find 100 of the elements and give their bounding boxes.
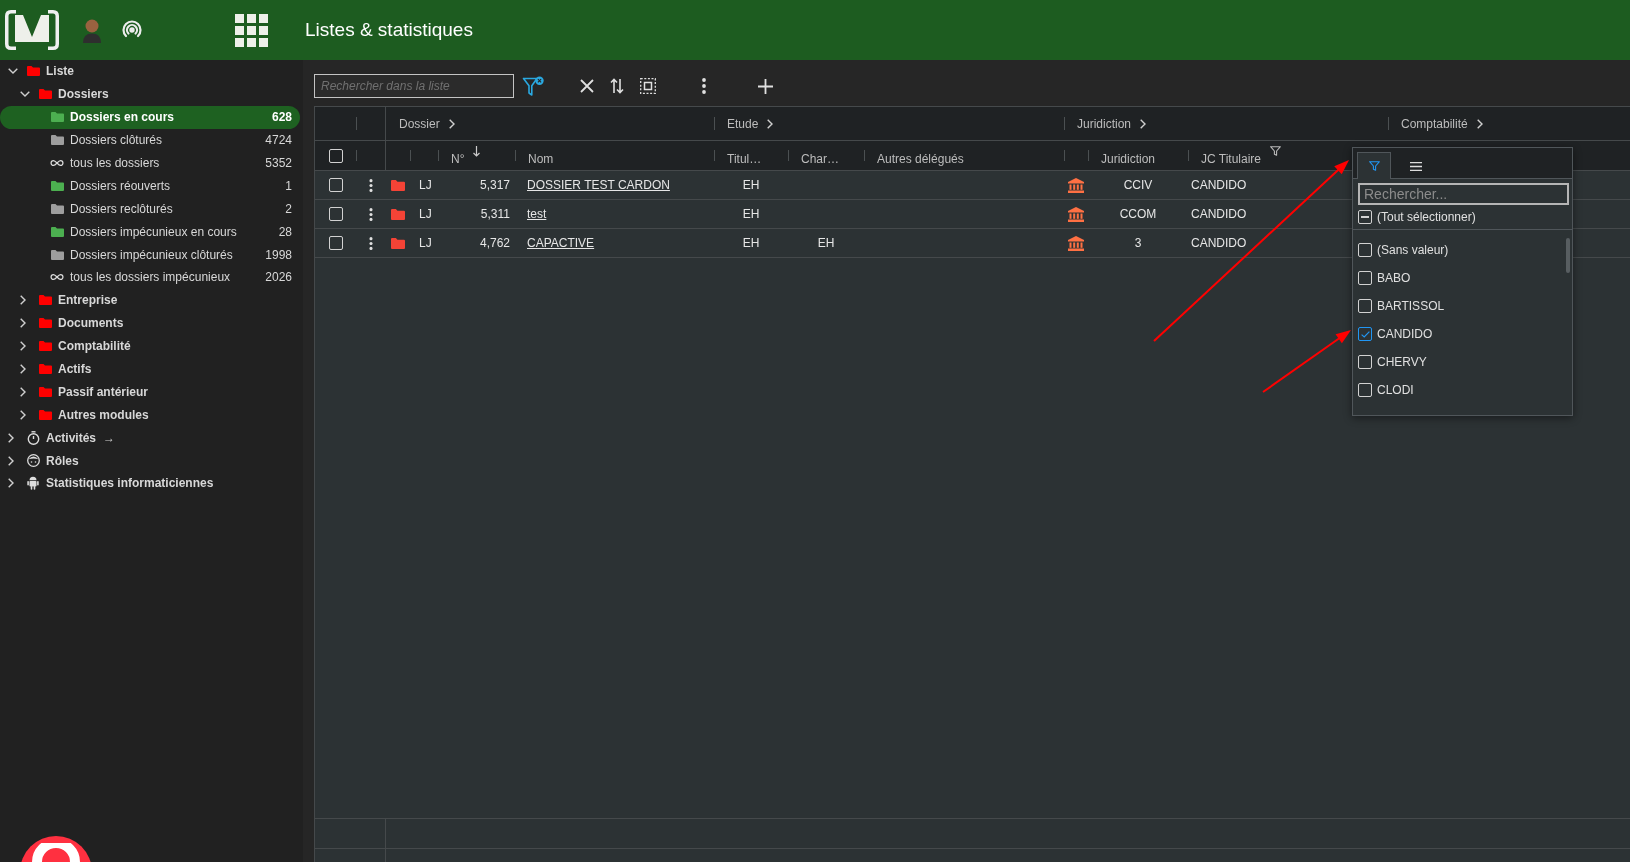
chevron-right-icon[interactable] [20, 386, 26, 397]
avatar-icon[interactable] [82, 17, 102, 43]
filter-icon[interactable] [1270, 146, 1282, 156]
file-name-link[interactable]: DOSSIER TEST CARDON [527, 178, 670, 192]
chevron-right-icon[interactable] [448, 118, 455, 129]
filter-option[interactable]: (Sans valeur) [1353, 236, 1572, 264]
stopwatch-icon [26, 430, 40, 445]
tree-item[interactable]: Dossiers impécunieux en cours 28 [0, 220, 300, 244]
tree-item[interactable]: Autres modules [0, 403, 300, 427]
column-header[interactable]: Char… [801, 145, 839, 166]
filter-option[interactable]: CANDIDO [1353, 320, 1572, 348]
column-header[interactable]: Autres délégués [877, 145, 964, 166]
tree-item[interactable]: Passif antérieur [0, 380, 300, 404]
checkbox[interactable] [328, 207, 343, 221]
folder-icon [391, 237, 405, 249]
filter-clear-icon[interactable] [522, 75, 544, 97]
tree-item[interactable]: Actifs [0, 357, 300, 381]
search-field[interactable]: Rechercher dans la liste [314, 74, 514, 98]
column-header[interactable]: Titul… [727, 145, 762, 166]
checkbox[interactable] [328, 148, 343, 163]
tree-item[interactable]: Rôles [0, 449, 300, 473]
close-icon[interactable] [580, 79, 594, 93]
broadcast-icon[interactable] [122, 20, 142, 40]
more-icon[interactable] [369, 178, 373, 192]
column-group-header[interactable]: Comptabilité [1401, 116, 1468, 131]
chevron-right-icon[interactable] [8, 455, 14, 466]
courthouse-icon [1068, 177, 1084, 193]
chevron-down-icon[interactable] [8, 68, 18, 75]
tree-item[interactable]: Dossiers en cours 628 [0, 105, 300, 129]
checkbox[interactable] [1358, 327, 1372, 341]
arrow-icon: → [103, 430, 116, 445]
tree-item[interactable]: Dossiers reclôturés 2 [0, 197, 300, 221]
checkbox[interactable] [1358, 243, 1372, 257]
column-header[interactable]: JC Titulaire [1201, 145, 1282, 166]
tree-item[interactable]: Activités → [0, 426, 300, 450]
select-all-option[interactable]: (Tout sélectionner) [1353, 205, 1572, 230]
checkbox[interactable] [1358, 210, 1372, 224]
chevron-right-icon[interactable] [767, 118, 774, 129]
chevron-right-icon[interactable] [20, 409, 26, 420]
checkbox[interactable] [328, 236, 343, 250]
tree-item[interactable]: Documents [0, 311, 300, 335]
column-group-header[interactable]: Etude [727, 116, 759, 131]
more-icon[interactable] [702, 78, 706, 94]
item-count: 4724 [265, 133, 292, 148]
tree-item[interactable]: tous les dossiers impécunieux 2026 [0, 266, 300, 289]
chevron-right-icon[interactable] [20, 318, 26, 329]
search-field[interactable]: Rechercher... [1358, 183, 1569, 205]
apps-grid-icon[interactable] [235, 13, 268, 47]
file-number: 5,311 [480, 207, 510, 221]
filter-option[interactable]: CHERVY [1353, 348, 1572, 376]
tree-item[interactable]: Dossiers [0, 82, 300, 106]
file-name-link[interactable]: CAPACTIVE [527, 236, 595, 250]
chevron-right-icon[interactable] [8, 478, 14, 489]
file-number: 5,317 [479, 178, 510, 192]
tree-item[interactable]: Statistiques informaticiennes [0, 472, 300, 495]
tree-item[interactable]: Dossiers réouverts 1 [0, 174, 300, 198]
column-header[interactable]: Juridiction [1101, 145, 1156, 166]
column-group-header[interactable]: Dossier [399, 116, 440, 131]
tree-item[interactable]: Dossiers clôturés 4724 [0, 128, 300, 152]
infinity-icon [50, 273, 64, 282]
filter-tab[interactable] [1357, 152, 1391, 179]
plus-icon[interactable] [757, 78, 773, 94]
filter-option[interactable]: BABO [1353, 264, 1572, 292]
checkbox[interactable] [1358, 383, 1372, 397]
chevron-right-icon[interactable] [1476, 118, 1483, 129]
chevron-right-icon[interactable] [1140, 118, 1147, 129]
chevron-right-icon[interactable] [8, 432, 14, 443]
more-icon[interactable] [369, 207, 373, 221]
more-icon[interactable] [369, 236, 373, 250]
item-count: 28 [278, 224, 292, 239]
case-type: LJ [419, 178, 432, 192]
checkbox[interactable] [1358, 355, 1372, 369]
column-header[interactable]: Nom [528, 145, 554, 166]
file-number: 4,762 [479, 236, 510, 250]
tree-item[interactable]: Dossiers impécunieux clôturés 1998 [0, 243, 300, 266]
chevron-right-icon[interactable] [20, 364, 26, 374]
filter-option[interactable]: BARTISSOL [1353, 292, 1572, 320]
tree-item[interactable]: Liste [0, 60, 300, 83]
scrollbar-thumb[interactable] [1566, 238, 1570, 273]
chevron-right-icon[interactable] [20, 295, 26, 306]
chevron-right-icon[interactable] [20, 341, 26, 352]
ring-icon [32, 843, 80, 862]
judge-name: CANDIDO [1191, 207, 1247, 221]
tree-item[interactable]: Entreprise [0, 288, 300, 312]
robot-icon [27, 476, 39, 491]
select-all-icon[interactable] [640, 78, 656, 94]
column-group-header[interactable]: Juridiction [1077, 116, 1132, 131]
column-header[interactable]: N° [451, 145, 481, 166]
sort-icon[interactable] [610, 78, 624, 94]
checkbox[interactable] [1358, 299, 1372, 313]
file-name-link[interactable]: test [527, 207, 547, 221]
logo-icon[interactable] [5, 10, 59, 50]
filter-option[interactable]: CLODI [1353, 376, 1572, 404]
tree-item[interactable]: tous les dossiers 5352 [0, 151, 300, 175]
chevron-down-icon[interactable] [20, 91, 30, 98]
checkbox[interactable] [1358, 271, 1372, 285]
checkbox[interactable] [328, 178, 343, 192]
folder-icon [391, 179, 405, 191]
tree-item[interactable]: Comptabilité [0, 334, 300, 358]
sort-descending-icon[interactable] [473, 146, 481, 157]
